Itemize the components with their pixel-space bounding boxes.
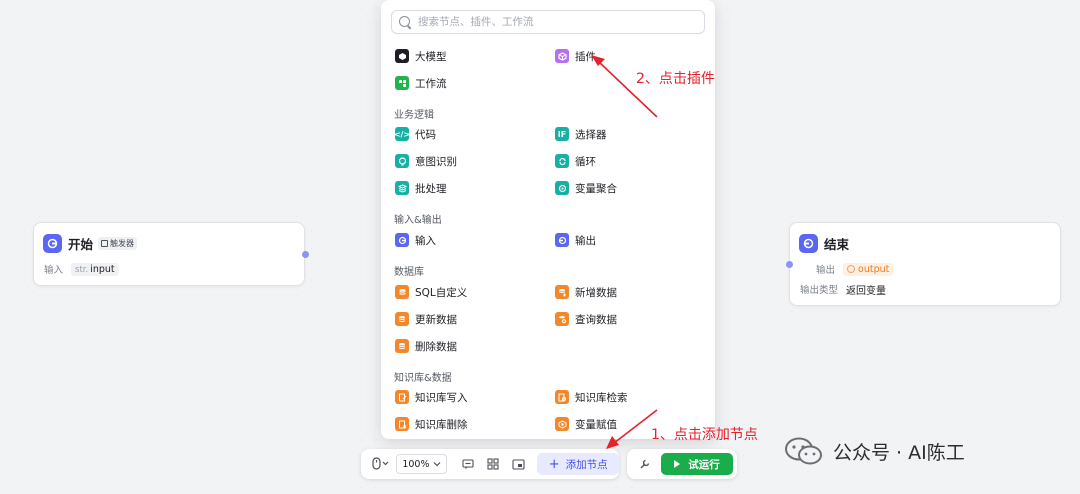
node-item-plugin[interactable]: 插件: [555, 47, 596, 65]
node-item-loop[interactable]: 循环: [555, 152, 596, 170]
start-node[interactable]: 开始 触发器 输入 str. input: [33, 222, 305, 286]
node-item-db-update[interactable]: 更新数据: [395, 310, 457, 328]
output-variable-icon: [847, 265, 856, 273]
output-type-label: 输出类型: [800, 285, 839, 296]
node-item-code[interactable]: </> 代码: [394, 125, 436, 143]
canvas-toolbar: 100% + 添加节点: [361, 449, 620, 479]
input-label: 输入: [44, 265, 64, 276]
kb-delete-icon: [395, 417, 409, 431]
start-input-row: 输入 str. input: [44, 260, 304, 278]
plus-icon: +: [548, 456, 560, 472]
auto-layout-button[interactable]: [483, 453, 504, 475]
zoom-select[interactable]: 100%: [396, 454, 448, 474]
db-update-icon: [395, 312, 409, 326]
end-input-port[interactable]: [786, 261, 793, 268]
sql-icon: [395, 285, 409, 299]
watermark: 公众号 · AI陈工: [783, 436, 965, 466]
minimap-icon: [512, 458, 525, 470]
node-item-kb-write[interactable]: 知识库写入: [395, 388, 468, 406]
end-icon: [799, 233, 818, 253]
start-node-title: 开始: [68, 236, 94, 252]
output-type-value: 返回变量: [846, 285, 887, 297]
debug-settings-button[interactable]: [635, 453, 655, 475]
node-item-db-query[interactable]: 查询数据: [555, 310, 617, 328]
search-input[interactable]: [418, 16, 698, 28]
node-item-output[interactable]: 输出: [555, 231, 596, 249]
input-variable-tag: str. input: [71, 262, 119, 276]
intent-icon: [395, 154, 409, 168]
start-icon: [43, 233, 62, 253]
annotation-step1: 1、点击添加节点: [651, 427, 758, 443]
end-output-row: 输出 output: [816, 260, 1060, 278]
end-output-type-row: 输出类型 返回变量: [800, 280, 1060, 298]
input-type: str.: [75, 264, 89, 275]
section-title-logic: 业务逻辑: [394, 110, 434, 121]
node-item-selector[interactable]: IF 选择器: [555, 125, 607, 143]
run-toolbar: 试运行: [627, 449, 737, 479]
node-item-kb-delete[interactable]: 知识库删除: [395, 415, 468, 433]
db-delete-icon: [395, 339, 409, 353]
play-icon: [674, 460, 681, 468]
output-label: 输出: [816, 265, 836, 276]
node-item-kb-search[interactable]: 知识库检索: [555, 388, 628, 406]
plugin-icon: [555, 49, 569, 63]
node-item-workflow[interactable]: 工作流: [395, 74, 447, 92]
annotation-step2: 2、点击插件: [636, 71, 715, 87]
trigger-icon: [101, 239, 109, 247]
end-node-title: 结束: [824, 236, 850, 252]
chevron-down-icon: [433, 462, 441, 467]
if-icon: IF: [555, 127, 569, 141]
search-icon: [399, 15, 412, 29]
batch-icon: [395, 181, 409, 195]
node-item-intent[interactable]: 意图识别: [395, 152, 457, 170]
kb-search-icon: [555, 390, 569, 404]
input-icon: [395, 233, 409, 247]
watermark-text: 公众号 · AI陈工: [833, 441, 965, 464]
db-add-icon: [555, 285, 569, 299]
node-item-batch[interactable]: 批处理: [395, 179, 447, 197]
section-title-io: 输入&输出: [394, 215, 442, 226]
node-item-aggregate[interactable]: 变量聚合: [555, 179, 617, 197]
trigger-badge[interactable]: 触发器: [98, 236, 138, 250]
add-node-panel: 大模型 插件 工作流 业务逻辑 </> 代码 IF 选择器 意图识别 循环 批处…: [381, 0, 715, 439]
node-item-llm[interactable]: 大模型: [395, 47, 447, 65]
node-item-input[interactable]: 输入: [395, 231, 436, 249]
search-box[interactable]: [391, 10, 705, 34]
aggregate-icon: [555, 181, 569, 195]
section-title-knowledge: 知识库&数据: [394, 373, 452, 384]
node-item-variable-assign[interactable]: 变量赋值: [555, 415, 617, 433]
llm-icon: [395, 49, 409, 63]
assign-icon: [555, 417, 569, 431]
add-node-button[interactable]: + 添加节点: [537, 453, 620, 475]
input-name: input: [90, 263, 115, 275]
kb-write-icon: [395, 390, 409, 404]
output-variable-badge: output: [843, 262, 894, 276]
comment-button[interactable]: [457, 453, 478, 475]
node-item-sql[interactable]: SQL自定义: [395, 283, 467, 301]
start-output-port[interactable]: [302, 251, 309, 258]
loop-icon: [555, 154, 569, 168]
output-icon: [555, 233, 569, 247]
comment-icon: [462, 458, 474, 469]
node-item-db-delete[interactable]: 删除数据: [395, 337, 457, 355]
minimap-button[interactable]: [508, 453, 529, 475]
wechat-icon: [785, 437, 822, 465]
wrench-icon: [640, 459, 650, 469]
zoom-value: 100%: [402, 458, 430, 470]
pointer-mode-button[interactable]: [369, 453, 392, 475]
grid-icon: [487, 458, 499, 470]
mouse-icon: [372, 457, 389, 470]
db-query-icon: [555, 312, 569, 326]
end-node[interactable]: 结束 输出 output 输出类型 返回变量: [789, 222, 1061, 306]
workflow-icon: [395, 76, 409, 90]
section-title-database: 数据库: [394, 267, 424, 278]
node-item-db-add[interactable]: 新增数据: [555, 283, 617, 301]
test-run-button[interactable]: 试运行: [661, 453, 733, 475]
code-icon: </>: [394, 127, 410, 141]
